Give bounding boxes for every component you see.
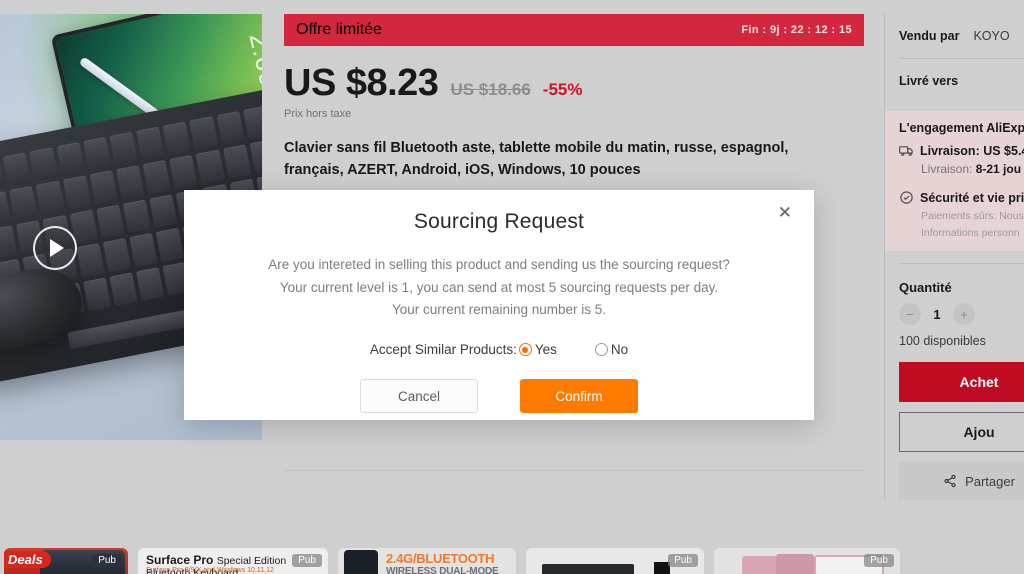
share-icon	[944, 474, 956, 488]
cancel-button[interactable]: Cancel	[360, 379, 478, 414]
commitment-block: L'engagement AliExpr Livraison: US $5.4 …	[885, 111, 1024, 251]
ad-strip: Deals Pub Surface Pro Special Edition Bl…	[0, 548, 1024, 574]
ad-badge: Pub	[864, 554, 894, 567]
truck-icon	[899, 146, 913, 156]
radio-no[interactable]: No	[594, 342, 629, 358]
tax-note: Prix hors taxe	[284, 108, 352, 120]
quantity-label: Quantité	[899, 280, 952, 295]
play-icon[interactable]	[33, 226, 77, 270]
tablet-clock: 2:09	[243, 29, 262, 90]
commitment-title: L'engagement AliExpr	[899, 121, 1024, 135]
security-note-payments: Paiements sûrs: Nous	[921, 210, 1024, 222]
ship-to-row[interactable]: Livré vers	[899, 59, 1024, 103]
shipping-price: Livraison: US $5.4	[920, 143, 1024, 158]
limited-offer-banner: Offre limitée Fin : 9j : 22 : 12 : 15	[284, 14, 864, 46]
limited-offer-label: Offre limitée	[296, 21, 382, 38]
quantity-value: 1	[933, 306, 941, 322]
quantity-decrease-button[interactable]: −	[899, 303, 921, 325]
seller-row[interactable]: Vendu par KOYO	[899, 14, 1024, 58]
security-title: Sécurité et vie priv	[920, 190, 1024, 205]
dialog-message-line-2: Your current level is 1, you can send at…	[279, 279, 719, 295]
sidebar-divider	[899, 263, 1024, 264]
ad-badge: Pub	[668, 554, 698, 567]
security-row: Sécurité et vie priv	[899, 190, 1024, 205]
countdown-timer: Fin : 9j : 22 : 12 : 15	[741, 24, 852, 36]
radio-yes[interactable]: Yes	[518, 342, 557, 358]
ad-card[interactable]: Pub	[526, 548, 704, 574]
shield-check-icon	[900, 191, 913, 204]
ad-image	[344, 550, 378, 574]
share-button-label: Partager	[965, 473, 1015, 489]
page-title: Clavier sans fil Bluetooth aste, tablett…	[284, 140, 789, 178]
dialog-actions: Cancel Confirm	[184, 379, 814, 414]
quantity-block: Quantité − 1 + 100 disponibles	[899, 280, 1024, 348]
security-note-privacy: Informations personn	[921, 227, 1020, 239]
ad-image	[742, 556, 776, 574]
accept-similar-products-label: Accept Similar Products:	[369, 342, 517, 358]
ad-image-secondary	[776, 554, 814, 574]
ad-badge: Pub	[292, 554, 322, 567]
delivery-prefix: Livraison:	[921, 162, 976, 176]
add-to-cart-button[interactable]: Ajou	[899, 412, 1024, 452]
quantity-increase-button[interactable]: +	[953, 303, 975, 325]
ad-badge: Pub	[92, 554, 122, 567]
ad-card[interactable]: Deals Pub	[4, 548, 128, 574]
sourcing-request-dialog: ✕ Sourcing Request Are you intereted in …	[184, 190, 814, 420]
ad-subtitle: Surface Pro 8/9/X and Windows 10,11,12	[146, 567, 274, 574]
section-divider	[284, 470, 864, 471]
seller-value: KOYO	[973, 29, 1010, 43]
stock-text: 100 disponibles	[899, 334, 986, 348]
ad-card[interactable]: 2.4G/BLUETOOTH WIRELESS DUAL-MODE KEYBOA…	[338, 548, 516, 574]
price-row: US $8.23 US $18.66 -55%	[284, 62, 864, 105]
radio-yes-label: Yes	[534, 342, 557, 358]
dialog-message-line-3: Your current remaining number is 5.	[391, 302, 607, 318]
original-price: US $18.66	[450, 80, 531, 99]
dialog-title: Sourcing Request	[413, 210, 585, 233]
product-main-column: Offre limitée Fin : 9j : 22 : 12 : 15 US…	[284, 14, 864, 208]
quantity-stepper[interactable]: − 1 +	[899, 303, 1024, 325]
purchase-sidebar: Vendu par KOYO Livré vers L'engagement A…	[884, 14, 1024, 500]
ad-card[interactable]: Surface Pro Special Edition Bluetooth Ke…	[138, 548, 328, 574]
ad-subtitle: WIRELESS DUAL-MODE KEYBOARD	[386, 566, 499, 574]
current-price: US $8.23	[284, 62, 439, 104]
shipping-row: Livraison: US $5.4	[899, 143, 1024, 158]
discount-badge: -55%	[542, 80, 583, 99]
close-icon[interactable]: ✕	[774, 200, 796, 225]
ad-card[interactable]: Pub	[714, 548, 900, 574]
accept-similar-products-group: Accept Similar Products: Yes No	[184, 342, 814, 357]
radio-no-label: No	[610, 342, 629, 358]
ad-brand-label: Deals	[4, 551, 51, 568]
delivery-estimate: Livraison: 8-21 jou	[921, 162, 1024, 176]
radio-yes-indicator[interactable]	[518, 343, 532, 357]
ad-title-strong: Surface Pro	[146, 553, 217, 567]
seller-label: Vendu par	[899, 29, 960, 43]
keyboard-spacebar	[67, 308, 195, 350]
share-button[interactable]: Partager	[899, 462, 1024, 500]
radio-no-indicator[interactable]	[594, 343, 608, 357]
ad-image	[542, 564, 634, 574]
dialog-message: Are you intereted in selling this produc…	[184, 254, 814, 322]
buy-now-button[interactable]: Achet	[899, 362, 1024, 402]
confirm-button[interactable]: Confirm	[520, 379, 638, 414]
dialog-message-line-1: Are you intereted in selling this produc…	[268, 257, 730, 272]
delivery-days: 8-21 jou	[975, 162, 1022, 176]
product-page: 2:09 Offre limitée Fin : 9j : 22 : 12 : …	[0, 0, 1024, 574]
ship-to-label: Livré vers	[899, 74, 959, 88]
ad-title: 2.4G/BLUETOOTH	[386, 551, 495, 566]
